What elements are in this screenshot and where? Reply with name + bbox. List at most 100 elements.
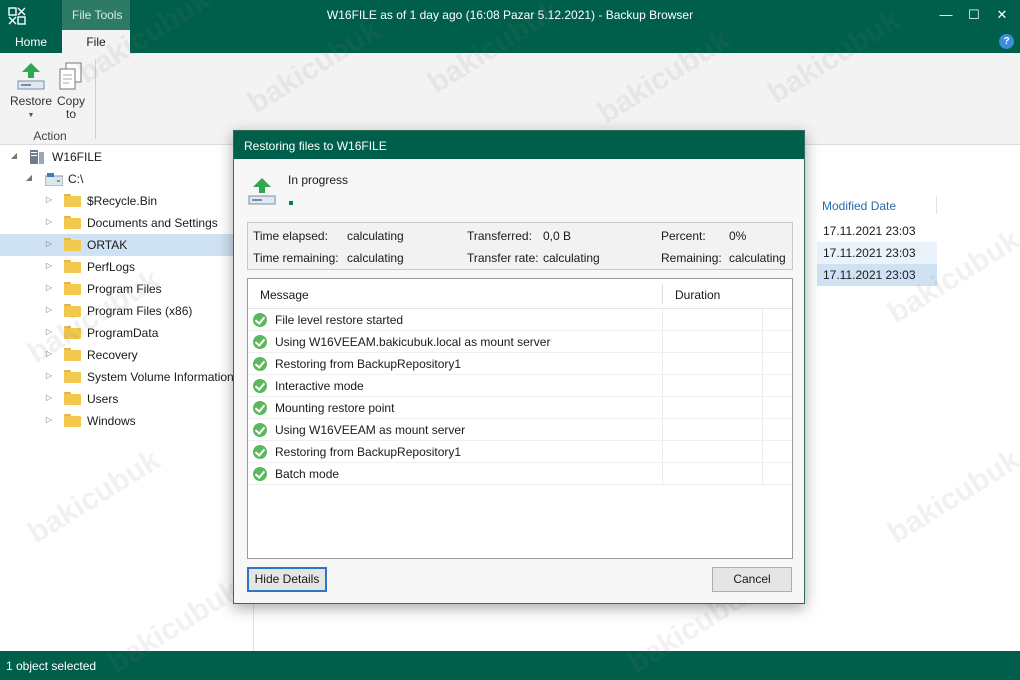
stats-panel: Time elapsed: calculating Transferred: 0…	[247, 222, 793, 270]
grid-row-message: Using W16VEEAM as mount server	[275, 423, 466, 437]
column-separator[interactable]	[936, 196, 937, 214]
list-row-date[interactable]: 17.11.2021 23:03	[817, 264, 937, 286]
close-button[interactable]: ✕	[992, 6, 1012, 24]
copy-label-line1: Copy	[56, 94, 85, 108]
grid-row[interactable]: Mounting restore point	[248, 397, 792, 419]
tree-item-program-files-x86[interactable]: ▷ Program Files (x86)	[0, 300, 254, 322]
grid-row[interactable]: Restoring from BackupRepository1	[248, 441, 792, 463]
restore-button[interactable]: Restore ▼	[8, 61, 54, 122]
grid-row[interactable]: Restoring from BackupRepository1	[248, 353, 792, 375]
tree-item-system-volume-information[interactable]: ▷ System Volume Information	[0, 366, 254, 388]
tree-drive[interactable]: ◢ C:\	[0, 168, 254, 190]
column-header-modified-date[interactable]: Modified Date	[822, 199, 896, 213]
collapse-icon[interactable]: ◢	[9, 151, 19, 160]
tab-file[interactable]: File	[62, 30, 130, 53]
restore-icon	[17, 63, 45, 90]
check-circle-icon	[253, 423, 267, 437]
folder-icon	[64, 304, 81, 317]
folder-icon	[64, 194, 81, 207]
grid-row[interactable]: Using W16VEEAM.bakicubuk.local as mount …	[248, 331, 792, 353]
restore-progress-dialog: Restoring files to W16FILE In progress T…	[233, 130, 805, 604]
remaining-value: calculating	[729, 251, 786, 265]
maximize-button[interactable]: ☐	[964, 6, 984, 24]
status-bar: 1 object selected	[0, 651, 1020, 680]
column-header-duration[interactable]: Duration	[675, 288, 720, 302]
check-circle-icon	[253, 357, 267, 371]
tree-item-recovery[interactable]: ▷ Recovery	[0, 344, 254, 366]
folder-icon	[64, 414, 81, 427]
expand-icon[interactable]: ▷	[44, 393, 54, 402]
grid-row-message: Using W16VEEAM.bakicubuk.local as mount …	[275, 335, 551, 349]
expand-icon[interactable]: ▷	[44, 305, 54, 314]
time-elapsed-label: Time elapsed:	[253, 229, 328, 243]
check-circle-icon	[253, 379, 267, 393]
folder-icon	[64, 392, 81, 405]
tree-item-label: Program Files (x86)	[87, 304, 193, 318]
tree-item-label: System Volume Information	[87, 370, 234, 384]
column-separator[interactable]	[662, 284, 663, 304]
grid-row[interactable]: Interactive mode	[248, 375, 792, 397]
tab-home[interactable]: Home	[0, 30, 62, 53]
folder-tree: ◢ W16FILE ◢ C:\ ▷ $Recycle.Bin ▷ Documen…	[0, 146, 254, 651]
progress-indicator	[289, 201, 293, 205]
list-row-date[interactable]: 17.11.2021 23:03	[817, 220, 937, 242]
copy-to-button[interactable]: Copy to	[54, 61, 88, 121]
collapse-icon[interactable]: ◢	[24, 173, 34, 182]
folder-icon	[64, 370, 81, 383]
help-icon[interactable]: ?	[999, 34, 1014, 49]
tree-item-label: Users	[87, 392, 119, 406]
tree-item-recycle-bin[interactable]: ▷ $Recycle.Bin	[0, 190, 254, 212]
list-row-date[interactable]: 17.11.2021 23:03	[817, 242, 937, 264]
window-title: W16FILE as of 1 day ago (16:08 Pazar 5.1…	[326, 8, 694, 22]
server-icon	[30, 150, 44, 164]
grid-row[interactable]: File level restore started	[248, 309, 792, 331]
ribbon-group-action: Action	[33, 129, 67, 143]
expand-icon[interactable]: ▷	[44, 371, 54, 380]
tree-item-label: Windows	[87, 414, 136, 428]
expand-icon[interactable]: ▷	[44, 217, 54, 226]
tree-item-perflogs[interactable]: ▷ PerfLogs	[0, 256, 254, 278]
tree-item-program-files[interactable]: ▷ Program Files	[0, 278, 254, 300]
time-remaining-label: Time remaining:	[253, 251, 339, 265]
percent-label: Percent:	[661, 229, 706, 243]
check-circle-icon	[253, 335, 267, 349]
cancel-button[interactable]: Cancel	[712, 567, 792, 592]
column-header-message[interactable]: Message	[260, 288, 309, 302]
copy-label-line2: to	[65, 107, 76, 121]
time-elapsed-value: calculating	[347, 229, 404, 243]
check-circle-icon	[253, 445, 267, 459]
tree-item-label: Documents and Settings	[87, 216, 218, 230]
expand-icon[interactable]: ▷	[44, 261, 54, 270]
expand-icon[interactable]: ▷	[44, 195, 54, 204]
transfer-rate-value: calculating	[543, 251, 600, 265]
minimize-button[interactable]: —	[936, 6, 956, 24]
expand-icon[interactable]: ▷	[44, 327, 54, 336]
grid-row-message: Mounting restore point	[275, 401, 395, 415]
expand-icon[interactable]: ▷	[44, 415, 54, 424]
tree-item-windows[interactable]: ▷ Windows	[0, 410, 254, 432]
tree-item-label: Recovery	[87, 348, 138, 362]
tree-item-ortak[interactable]: ▷ ORTAK	[0, 234, 254, 256]
transferred-value: 0,0 B	[543, 229, 572, 243]
status-text: In progress	[288, 173, 349, 187]
tree-item-programdata[interactable]: ▷ ProgramData	[0, 322, 254, 344]
grid-row-message: File level restore started	[275, 313, 404, 327]
expand-icon[interactable]: ▷	[44, 349, 54, 358]
tree-item-label: ProgramData	[87, 326, 159, 340]
title-bar: File Tools W16FILE as of 1 day ago (16:0…	[0, 0, 1020, 53]
expand-icon[interactable]: ▷	[44, 283, 54, 292]
chevron-down-icon: ▼	[27, 112, 35, 119]
grid-row[interactable]: Batch mode	[248, 463, 792, 485]
percent-value: 0%	[729, 229, 747, 243]
folder-icon	[64, 348, 81, 361]
tree-item-documents-and-settings[interactable]: ▷ Documents and Settings	[0, 212, 254, 234]
folder-icon	[64, 326, 81, 339]
hide-details-button[interactable]: Hide Details	[247, 567, 327, 592]
tree-root-label: W16FILE	[52, 150, 103, 164]
tree-root[interactable]: ◢ W16FILE	[0, 146, 254, 168]
tree-item-users[interactable]: ▷ Users	[0, 388, 254, 410]
expand-icon[interactable]: ▷	[44, 239, 54, 248]
tree-item-label: ORTAK	[87, 238, 128, 252]
grid-row[interactable]: Using W16VEEAM as mount server	[248, 419, 792, 441]
tree-item-label: PerfLogs	[87, 260, 136, 274]
